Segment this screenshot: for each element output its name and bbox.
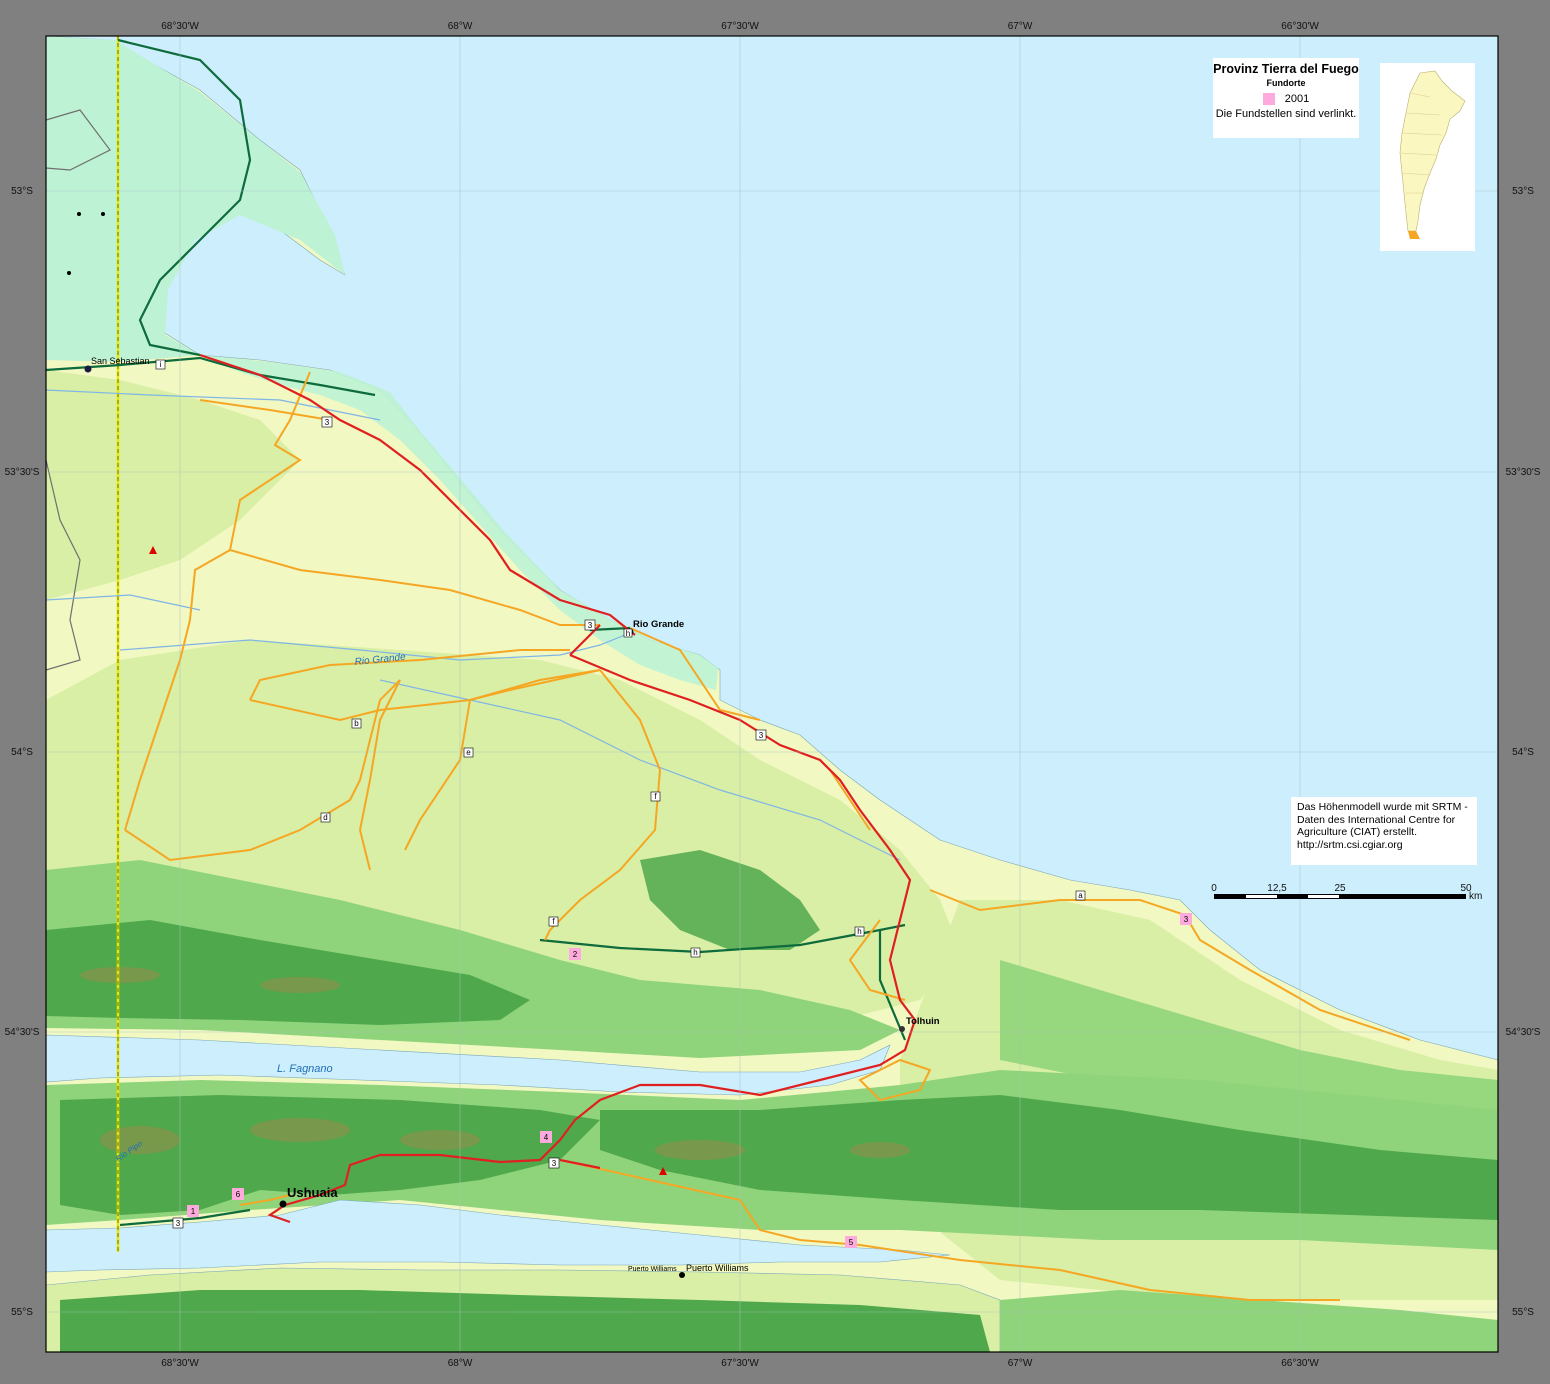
scale-tick-2: 25 <box>1334 883 1346 894</box>
shield-h1: h <box>693 948 697 957</box>
lon-ticks-bottom: 68°30'W 68°W 67°30'W 67°W 66°30'W <box>161 1358 1319 1369</box>
site-6-label: 6 <box>236 1190 241 1199</box>
credit-line-3: Agriculture (CIAT) erstellt. <box>1297 826 1417 838</box>
shield-a: a <box>1078 891 1083 900</box>
legend-swatch <box>1262 93 1275 105</box>
site-1-label: 1 <box>191 1207 196 1216</box>
scale-tick-0: 0 <box>1211 883 1217 894</box>
lat-tick-left-0: 53°S <box>11 186 33 197</box>
lon-tick-top-3: 67°W <box>1008 21 1033 32</box>
site-3-label: 3 <box>1184 915 1189 924</box>
shield-b: b <box>354 719 359 728</box>
site-4-label: 4 <box>544 1133 549 1142</box>
lon-tick-bottom-4: 66°30'W <box>1281 1358 1319 1369</box>
lat-tick-left-2: 54°S <box>11 747 33 758</box>
site-5-label: 5 <box>849 1238 854 1247</box>
legend-subtitle: Fundorte <box>1266 78 1306 88</box>
lon-tick-top-4: 66°30'W <box>1281 21 1319 32</box>
shield-r3-c: 3 <box>759 731 764 740</box>
lat-tick-left-4: 55°S <box>11 1307 33 1318</box>
lon-tick-bottom-1: 68°W <box>448 1358 473 1369</box>
lon-tick-bottom-2: 67°30'W <box>721 1358 759 1369</box>
lat-tick-right-1: 53°30'S <box>1506 467 1541 478</box>
scale-unit: km <box>1469 891 1482 902</box>
san-sebastian-marker[interactable] <box>84 365 92 373</box>
lat-ticks-left: 53°S 53°30'S 54°S 54°30'S 55°S <box>5 186 40 1318</box>
label-san-sebastian: San Sebastian <box>91 356 150 366</box>
credit-line-1: Das Höhenmodell wurde mit SRTM - <box>1297 801 1468 813</box>
shield-h3: h <box>626 629 630 638</box>
legend-box: Provinz Tierra del Fuego Fundorte 2001 D… <box>1213 58 1359 138</box>
shield-r3-d: 3 <box>552 1159 557 1168</box>
label-rio-grande: Rio Grande <box>633 619 684 630</box>
label-tolhuin: Tolhuin <box>906 1016 940 1027</box>
shield-r3-e: 3 <box>176 1219 181 1228</box>
shield-r3-b: 3 <box>588 621 593 630</box>
legend-row: 2001 <box>1213 93 1359 105</box>
ushuaia-marker[interactable] <box>279 1200 287 1208</box>
lat-tick-left-1: 53°30'S <box>5 467 40 478</box>
lon-tick-top-0: 68°30'W <box>161 21 199 32</box>
lon-tick-bottom-3: 67°W <box>1008 1358 1033 1369</box>
label-puerto-williams: Puerto Williams <box>686 1263 749 1273</box>
lat-tick-right-0: 53°S <box>1512 186 1534 197</box>
legend-year: 2001 <box>1284 93 1310 105</box>
legend-title: Provinz Tierra del Fuego <box>1213 62 1359 76</box>
credit-line-4: http://srtm.csi.cgiar.org <box>1297 838 1403 851</box>
credit-line-2: Daten des International Centre for <box>1297 813 1456 826</box>
legend-note: Die Fundstellen sind verlinkt. <box>1215 108 1357 120</box>
label-lake-fagnano: L. Fagnano <box>277 1063 333 1075</box>
lon-tick-top-1: 68°W <box>448 21 473 32</box>
lat-ticks-right: 53°S 53°30'S 54°S 54°30'S 55°S <box>1506 186 1541 1318</box>
shield-i: i <box>160 360 162 369</box>
argentina-inset-icon <box>1399 70 1466 239</box>
site-2-label: 2 <box>573 950 578 959</box>
shield-e: e <box>466 748 471 757</box>
srtm-credit-box: Das Höhenmodell wurde mit SRTM - Daten d… <box>1291 797 1477 865</box>
map-canvas: 68°30'W 68°W 67°30'W 67°W 66°30'W 68°30'… <box>5 21 1541 1369</box>
label-puerto-williams-small: Puerto Williams <box>628 1266 677 1273</box>
shield-d: d <box>323 813 327 822</box>
puerto-williams-marker[interactable] <box>679 1272 685 1278</box>
label-ushuaia: Ushuaia <box>287 1185 338 1200</box>
lat-tick-right-4: 55°S <box>1512 1307 1534 1318</box>
tolhuin-marker[interactable] <box>899 1026 905 1032</box>
lat-tick-right-3: 54°30'S <box>1506 1027 1541 1038</box>
lon-tick-top-2: 67°30'W <box>721 21 759 32</box>
lon-tick-bottom-0: 68°30'W <box>161 1358 199 1369</box>
shield-h2: h <box>857 927 861 936</box>
lat-tick-right-2: 54°S <box>1512 747 1534 758</box>
scale-tick-1: 12,5 <box>1267 883 1287 894</box>
lat-tick-left-3: 54°30'S <box>5 1027 40 1038</box>
shield-r3-a: 3 <box>325 418 330 427</box>
lon-ticks-top: 68°30'W 68°W 67°30'W 67°W 66°30'W <box>161 21 1319 32</box>
inset-map <box>1380 63 1475 251</box>
